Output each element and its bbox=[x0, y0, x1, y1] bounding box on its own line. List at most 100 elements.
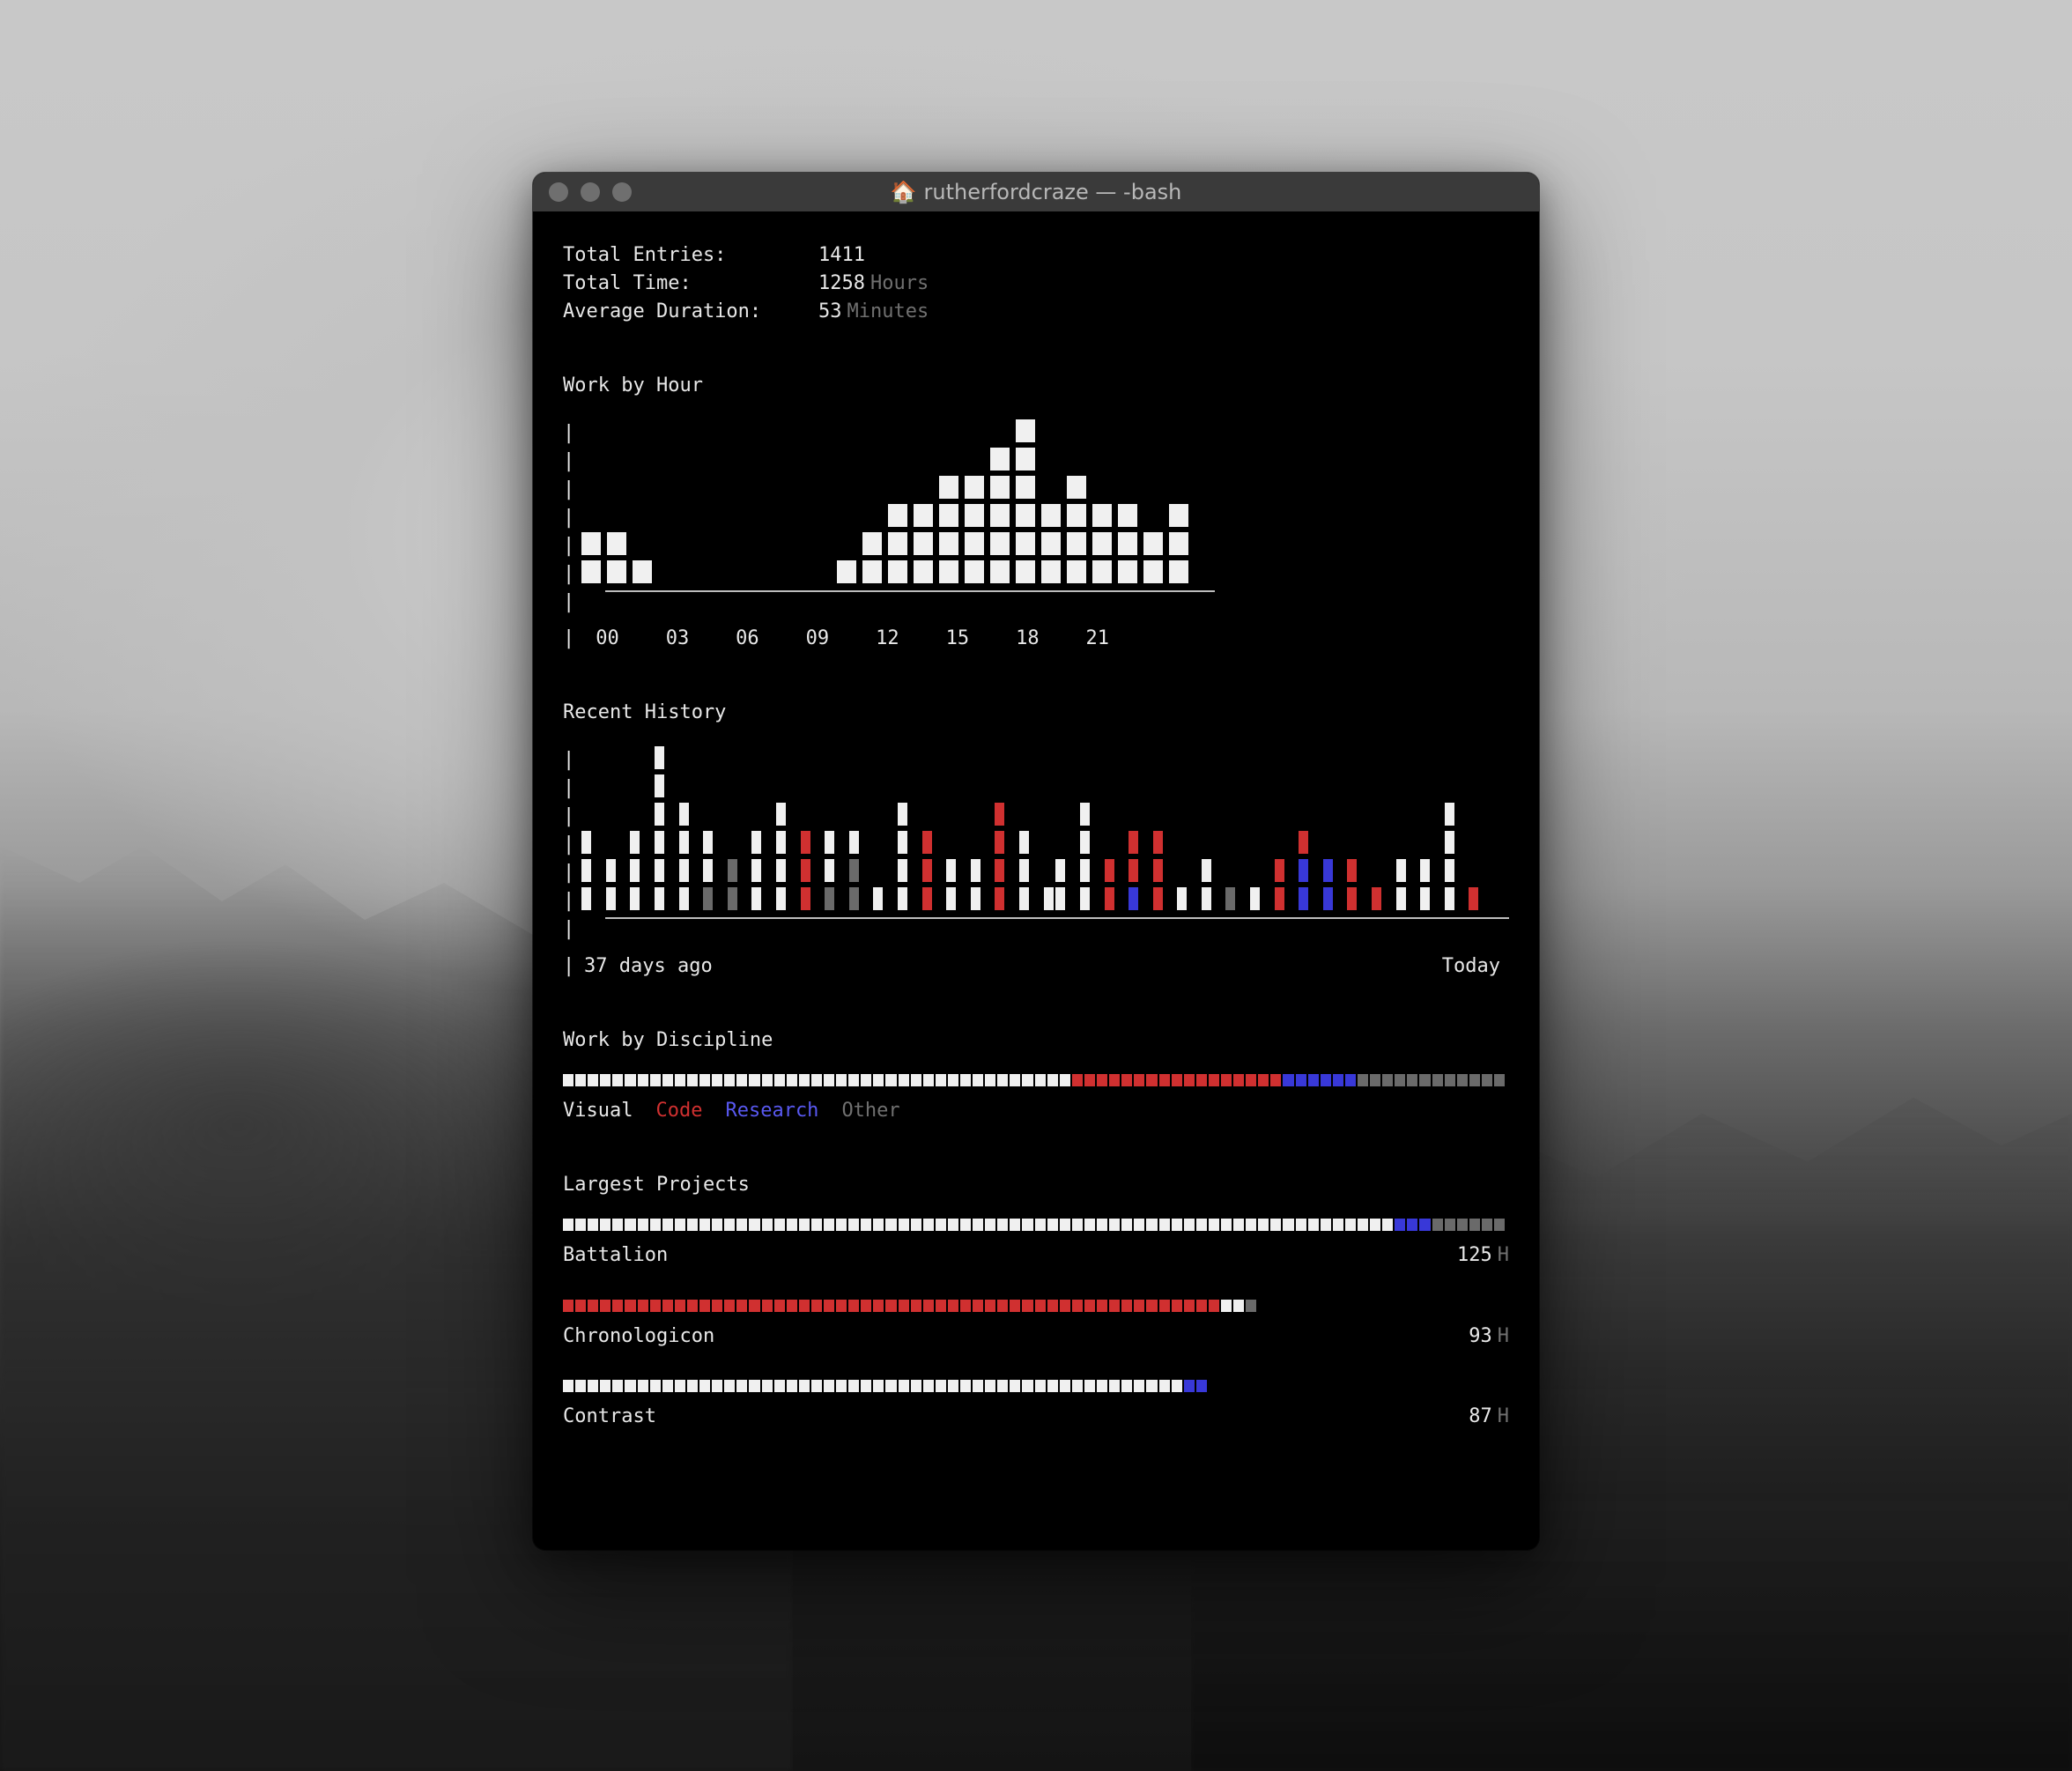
discipline-cell bbox=[985, 1074, 995, 1086]
projects-list: Battalion125HChronologicon93HContrast87H bbox=[563, 1219, 1509, 1432]
y-axis: ||| ||| bbox=[563, 746, 574, 915]
hour-bar bbox=[684, 419, 703, 589]
history-bar bbox=[1141, 746, 1151, 915]
hour-bar bbox=[658, 419, 677, 589]
discipline-cell bbox=[848, 1074, 859, 1086]
history-bar bbox=[983, 746, 993, 915]
history-bar bbox=[995, 746, 1004, 915]
section-title-recent-history: Recent History bbox=[563, 699, 1509, 727]
history-bar bbox=[1153, 746, 1163, 915]
history-bar bbox=[958, 746, 968, 915]
discipline-cell bbox=[1047, 1074, 1058, 1086]
history-bar bbox=[934, 746, 944, 915]
history-bar bbox=[715, 746, 725, 915]
history-bar bbox=[1481, 746, 1491, 915]
hour-axis-labels: | 00 03 06 09 12 15 18 21 bbox=[563, 625, 1509, 653]
discipline-cell bbox=[1395, 1074, 1405, 1086]
history-bar bbox=[1299, 746, 1308, 915]
discipline-cell bbox=[1172, 1074, 1182, 1086]
project-name: Contrast bbox=[563, 1403, 656, 1431]
history-bar bbox=[691, 746, 700, 915]
discipline-cell bbox=[650, 1074, 661, 1086]
history-bar bbox=[1311, 746, 1321, 915]
hour-bar bbox=[735, 419, 754, 589]
discipline-cell bbox=[1084, 1074, 1095, 1086]
discipline-cell bbox=[873, 1074, 884, 1086]
project-hours: 93 bbox=[1469, 1323, 1492, 1351]
discipline-cell bbox=[1022, 1074, 1032, 1086]
hour-bar bbox=[581, 419, 601, 589]
work-by-hour-chart: ||| ||| bbox=[563, 419, 1509, 589]
discipline-cell bbox=[1035, 1074, 1046, 1086]
history-bar bbox=[776, 746, 786, 915]
discipline-cell bbox=[675, 1074, 685, 1086]
minimize-icon[interactable] bbox=[581, 182, 600, 202]
section-title-discipline: Work by Discipline bbox=[563, 1026, 1509, 1055]
hour-bar bbox=[939, 419, 958, 589]
discipline-cell bbox=[1407, 1074, 1417, 1086]
history-bar bbox=[1336, 746, 1345, 915]
home-icon: 🏠 bbox=[891, 180, 917, 204]
history-bar bbox=[1323, 746, 1333, 915]
history-bar bbox=[1019, 746, 1029, 915]
history-bar bbox=[788, 746, 798, 915]
discipline-cell bbox=[973, 1074, 983, 1086]
section-title-projects: Largest Projects bbox=[563, 1171, 1509, 1199]
discipline-cell bbox=[1134, 1074, 1144, 1086]
history-bar bbox=[885, 746, 895, 915]
project-hours-unit: H bbox=[1498, 1241, 1509, 1270]
history-bar bbox=[1080, 746, 1090, 915]
discipline-cell bbox=[936, 1074, 946, 1086]
history-bar bbox=[1177, 746, 1187, 915]
history-bar bbox=[849, 746, 859, 915]
history-bar bbox=[1055, 746, 1065, 915]
legend-visual: Visual bbox=[563, 1097, 633, 1125]
history-bar bbox=[1359, 746, 1369, 915]
discipline-cell bbox=[600, 1074, 610, 1086]
discipline-bar bbox=[563, 1074, 1506, 1086]
discipline-cell bbox=[787, 1074, 797, 1086]
discipline-cell bbox=[1482, 1074, 1492, 1086]
discipline-cell bbox=[1296, 1074, 1306, 1086]
discipline-cell bbox=[1184, 1074, 1195, 1086]
history-bar bbox=[1116, 746, 1126, 915]
hour-bar bbox=[837, 419, 856, 589]
history-bar bbox=[1007, 746, 1017, 915]
history-bar bbox=[1225, 746, 1235, 915]
project-hours-unit: H bbox=[1498, 1403, 1509, 1431]
history-bar bbox=[1189, 746, 1199, 915]
history-bar bbox=[679, 746, 689, 915]
terminal-content: Total Entries:1411Total Time:1258HoursAv… bbox=[533, 211, 1539, 1449]
project-hours: 87 bbox=[1469, 1403, 1492, 1431]
discipline-cell bbox=[612, 1074, 623, 1086]
discipline-cell bbox=[1270, 1074, 1281, 1086]
history-bar bbox=[740, 746, 750, 915]
zoom-icon[interactable] bbox=[612, 182, 632, 202]
project-bar bbox=[563, 1380, 1207, 1392]
discipline-cell bbox=[1445, 1074, 1455, 1086]
discipline-cell bbox=[1221, 1074, 1232, 1086]
section-title-work-by-hour: Work by Hour bbox=[563, 372, 1509, 400]
hour-bar bbox=[760, 419, 780, 589]
history-bar bbox=[1347, 746, 1357, 915]
history-bar bbox=[1469, 746, 1478, 915]
project-hours-unit: H bbox=[1498, 1323, 1509, 1351]
history-bar bbox=[825, 746, 834, 915]
history-bar bbox=[1372, 746, 1381, 915]
close-icon[interactable] bbox=[549, 182, 568, 202]
discipline-cell bbox=[699, 1074, 710, 1086]
history-bar bbox=[581, 746, 591, 915]
history-bar bbox=[971, 746, 980, 915]
hour-bar bbox=[709, 419, 729, 589]
discipline-cell bbox=[997, 1074, 1008, 1086]
discipline-cell bbox=[1233, 1074, 1244, 1086]
discipline-cell bbox=[1258, 1074, 1269, 1086]
stat-label: Average Duration: bbox=[563, 298, 818, 326]
window-titlebar[interactable]: 🏠 rutherfordcraze — -bash bbox=[533, 173, 1539, 211]
stat-value: 1411 bbox=[818, 241, 865, 270]
history-bar bbox=[1214, 746, 1224, 915]
discipline-cell bbox=[1060, 1074, 1070, 1086]
discipline-cell bbox=[1382, 1074, 1393, 1086]
history-bar bbox=[1286, 746, 1296, 915]
discipline-cell bbox=[1333, 1074, 1343, 1086]
